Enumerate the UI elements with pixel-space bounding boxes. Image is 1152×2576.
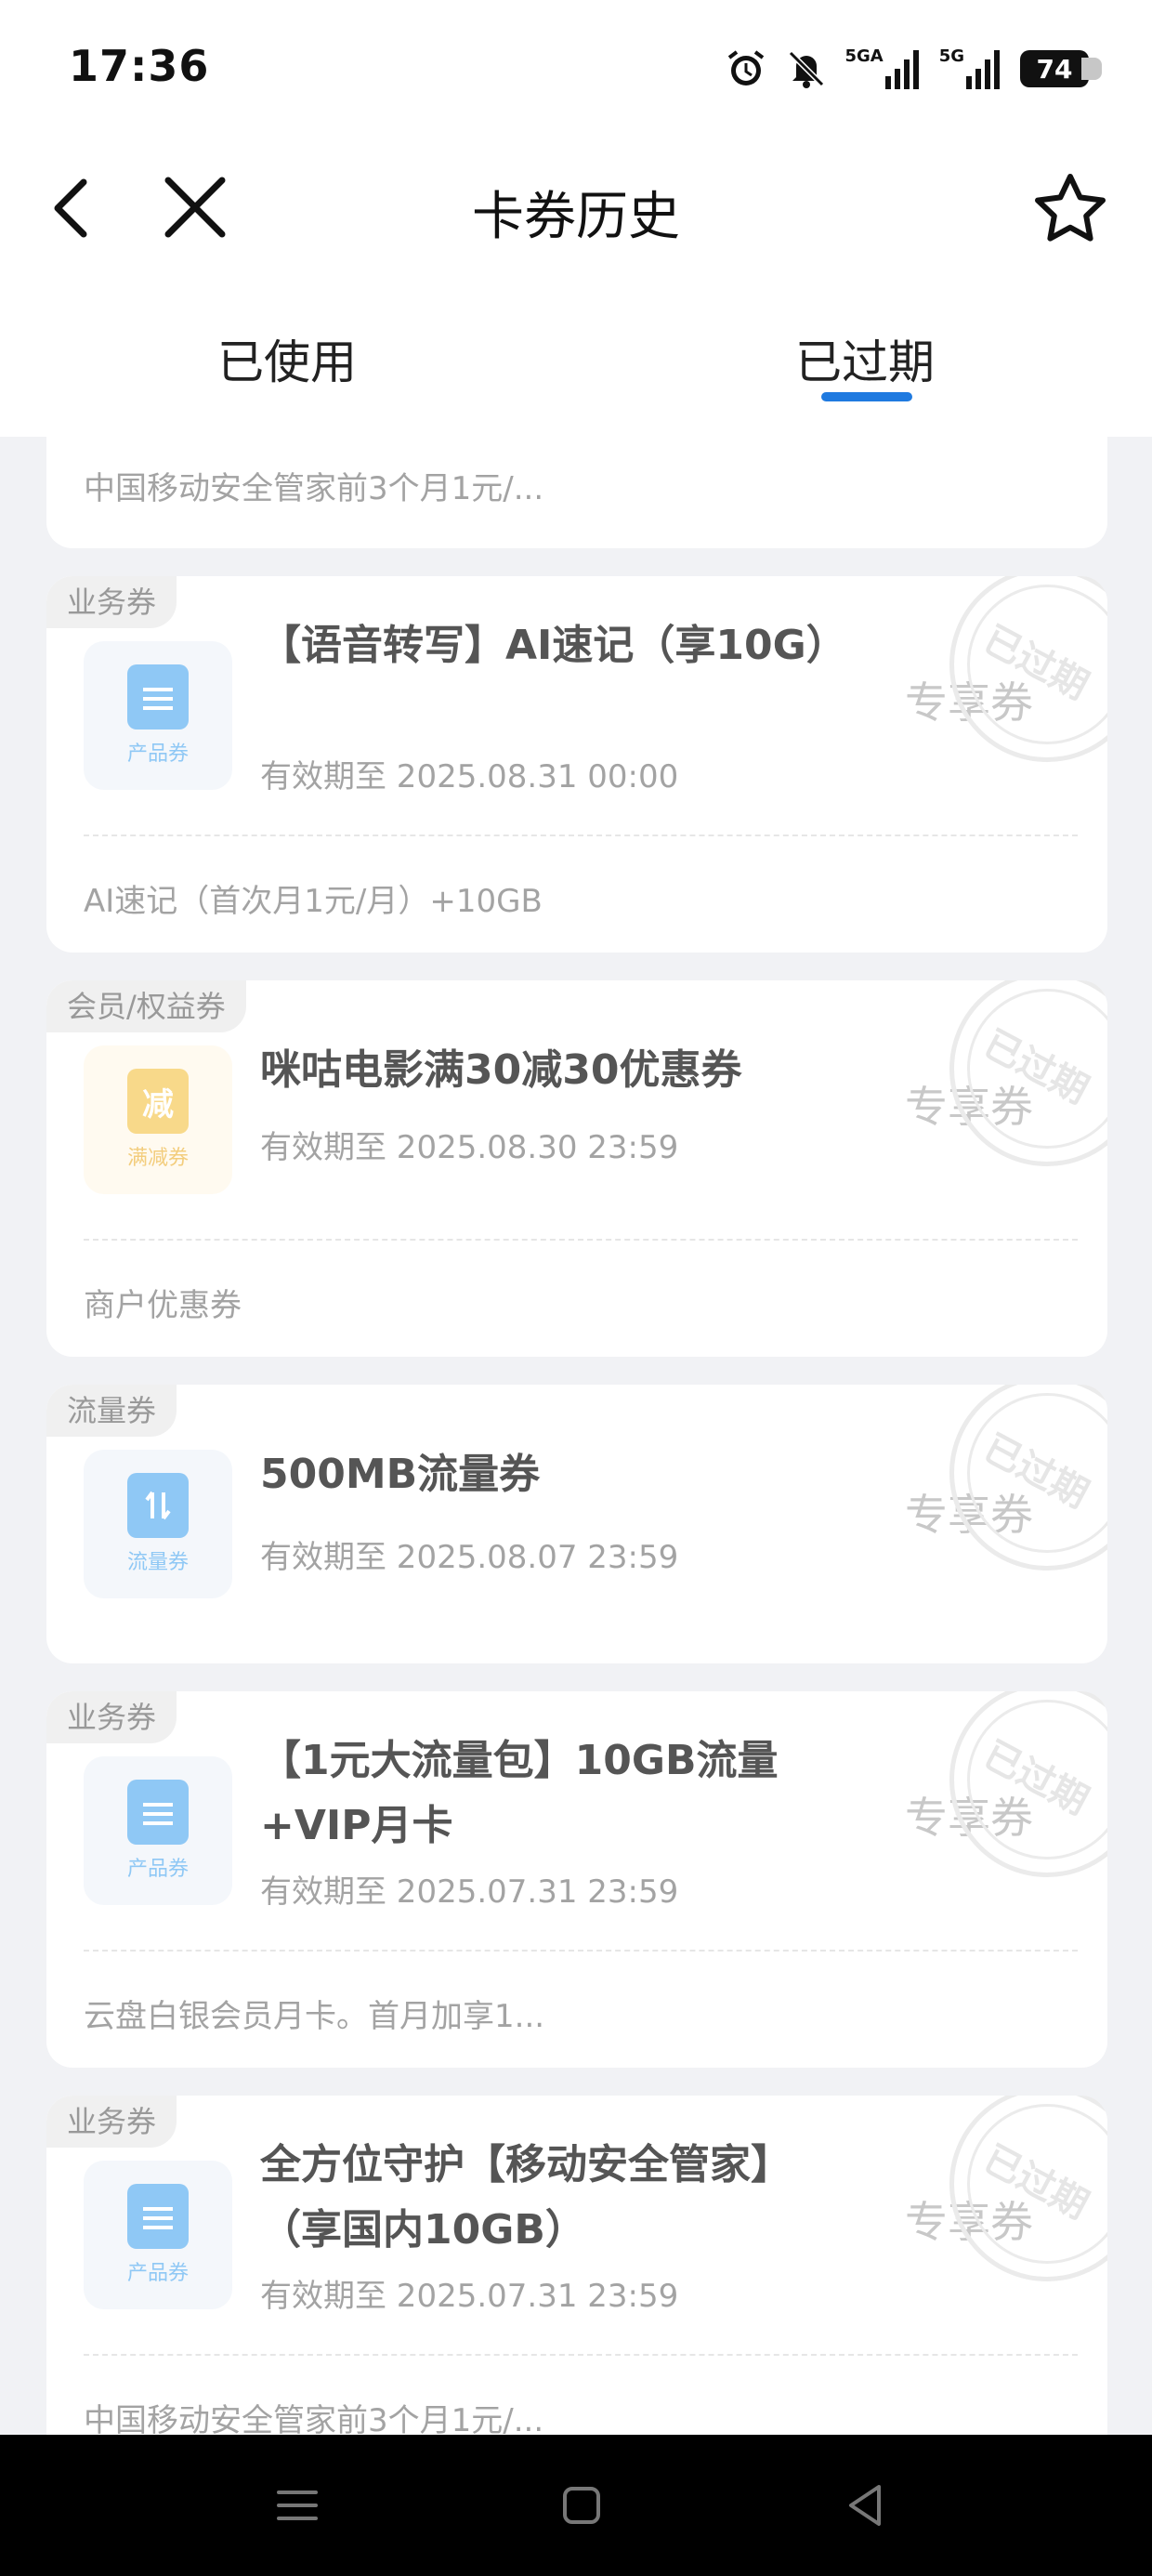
tab-used[interactable]: 已使用 bbox=[217, 325, 357, 392]
calendar-icon bbox=[127, 2184, 189, 2249]
discount-icon: 减 bbox=[127, 1069, 189, 1134]
coupon-type-tag: 业务券 bbox=[46, 2096, 177, 2148]
coupon-expiry: 有效期至 2025.08.07 23:59 bbox=[260, 1539, 679, 1576]
coupon-card[interactable]: 业务券 产品券 【1元大流量包】10GB流量+VIP月卡 有效期至 2025.0… bbox=[46, 1691, 1107, 2068]
coupon-list[interactable]: 中国移动安全管家前3个月1元/... 业务券 产品券 【语音转写】AI速记（享1… bbox=[0, 437, 1152, 2435]
signal-5g-icon: 5G bbox=[939, 48, 1003, 89]
expired-stamp: 已过期 bbox=[949, 1385, 1107, 1571]
icon-caption: 流量券 bbox=[126, 1551, 189, 1574]
icon-caption: 产品券 bbox=[126, 2262, 189, 2285]
back-nav-button[interactable] bbox=[836, 2476, 896, 2535]
discount-coupon-icon: 减 满减券 bbox=[84, 1045, 232, 1194]
coupon-description: 中国移动安全管家前3个月1元/... bbox=[84, 2402, 544, 2435]
coupon-title: 全方位守护【移动安全管家】（享国内10GB） bbox=[260, 2141, 792, 2254]
home-button[interactable] bbox=[552, 2476, 611, 2535]
calendar-icon bbox=[127, 1780, 189, 1845]
coupon-title: 500MB流量券 bbox=[260, 1451, 541, 1498]
coupon-description: 云盘白银会员月卡。首月加享1... bbox=[84, 1998, 545, 2035]
divider bbox=[84, 835, 1078, 836]
star-icon bbox=[1035, 174, 1106, 242]
expired-stamp: 已过期 bbox=[949, 2096, 1107, 2281]
icon-caption: 满减券 bbox=[126, 1147, 189, 1170]
coupon-card[interactable]: 业务券 产品券 【语音转写】AI速记（享10G） 有效期至 2025.08.31… bbox=[46, 576, 1107, 953]
coupon-type-tag: 业务券 bbox=[46, 576, 177, 628]
divider bbox=[84, 2354, 1078, 2356]
coupon-title: 咪咕电影满30减30优惠券 bbox=[260, 1046, 742, 1094]
expired-stamp: 已过期 bbox=[949, 576, 1107, 762]
data-transfer-icon bbox=[127, 1473, 189, 1538]
data-coupon-icon: 流量券 bbox=[84, 1450, 232, 1598]
nav-bar: 卡券历史 bbox=[0, 139, 1152, 279]
tab-bar: 已使用 已过期 bbox=[0, 288, 1152, 427]
product-coupon-icon: 产品券 bbox=[84, 1756, 232, 1905]
menu-icon bbox=[277, 2491, 318, 2520]
triangle-back-icon bbox=[849, 2485, 881, 2526]
coupon-type-tag: 业务券 bbox=[46, 1691, 177, 1743]
tab-active-indicator bbox=[821, 392, 912, 401]
alarm-icon bbox=[724, 46, 768, 91]
coupon-expiry: 有效期至 2025.08.31 00:00 bbox=[260, 758, 679, 795]
divider bbox=[84, 1239, 1078, 1241]
coupon-expiry: 有效期至 2025.07.31 23:59 bbox=[260, 2278, 679, 2315]
icon-caption: 产品券 bbox=[126, 743, 189, 766]
status-icons: 5GA 5G 74 bbox=[724, 43, 1102, 95]
status-bar: 17:36 5GA 5G 74 bbox=[0, 0, 1152, 139]
menu-button[interactable] bbox=[268, 2476, 327, 2535]
coupon-title: 【语音转写】AI速记（享10G） bbox=[260, 622, 847, 669]
coupon-description: 中国移动安全管家前3个月1元/... bbox=[84, 470, 544, 507]
coupon-card[interactable]: 中国移动安全管家前3个月1元/... bbox=[46, 437, 1107, 548]
battery-icon: 74 bbox=[1020, 50, 1102, 87]
signal-5ga-icon: 5GA bbox=[844, 48, 922, 89]
coupon-expiry: 有效期至 2025.07.31 23:59 bbox=[260, 1873, 679, 1911]
expired-stamp: 已过期 bbox=[949, 980, 1107, 1166]
mute-bell-icon bbox=[785, 47, 828, 90]
page-title: 卡券历史 bbox=[472, 187, 680, 247]
coupon-type-tag: 会员/权益券 bbox=[46, 980, 246, 1032]
divider bbox=[84, 1950, 1078, 1952]
coupon-description: 商户优惠券 bbox=[84, 1287, 242, 1324]
coupon-title: 【1元大流量包】10GB流量+VIP月卡 bbox=[260, 1737, 779, 1849]
coupon-type-tag: 流量券 bbox=[46, 1385, 177, 1437]
coupon-card[interactable]: 流量券 流量券 500MB流量券 有效期至 2025.08.07 23:59 专… bbox=[46, 1385, 1107, 1663]
coupon-expiry: 有效期至 2025.08.30 23:59 bbox=[260, 1129, 679, 1166]
calendar-icon bbox=[127, 664, 189, 729]
expired-stamp: 已过期 bbox=[949, 1691, 1107, 1877]
coupon-card[interactable]: 会员/权益券 减 满减券 咪咕电影满30减30优惠券 有效期至 2025.08.… bbox=[46, 980, 1107, 1357]
system-nav-bar bbox=[0, 2435, 1152, 2576]
status-time: 17:36 bbox=[69, 41, 210, 91]
coupon-description: AI速记（首次月1元/月）+10GB bbox=[84, 883, 543, 920]
product-coupon-icon: 产品券 bbox=[84, 641, 232, 790]
square-icon bbox=[563, 2487, 600, 2524]
coupon-card[interactable]: 业务券 产品券 全方位守护【移动安全管家】（享国内10GB） 有效期至 2025… bbox=[46, 2096, 1107, 2435]
product-coupon-icon: 产品券 bbox=[84, 2161, 232, 2309]
top-bar: 17:36 5GA 5G 74 卡券历史 已使用 已过期 bbox=[0, 0, 1152, 437]
icon-caption: 产品券 bbox=[126, 1858, 189, 1881]
tab-expired[interactable]: 已过期 bbox=[795, 325, 935, 392]
favorite-button[interactable] bbox=[1026, 165, 1115, 255]
